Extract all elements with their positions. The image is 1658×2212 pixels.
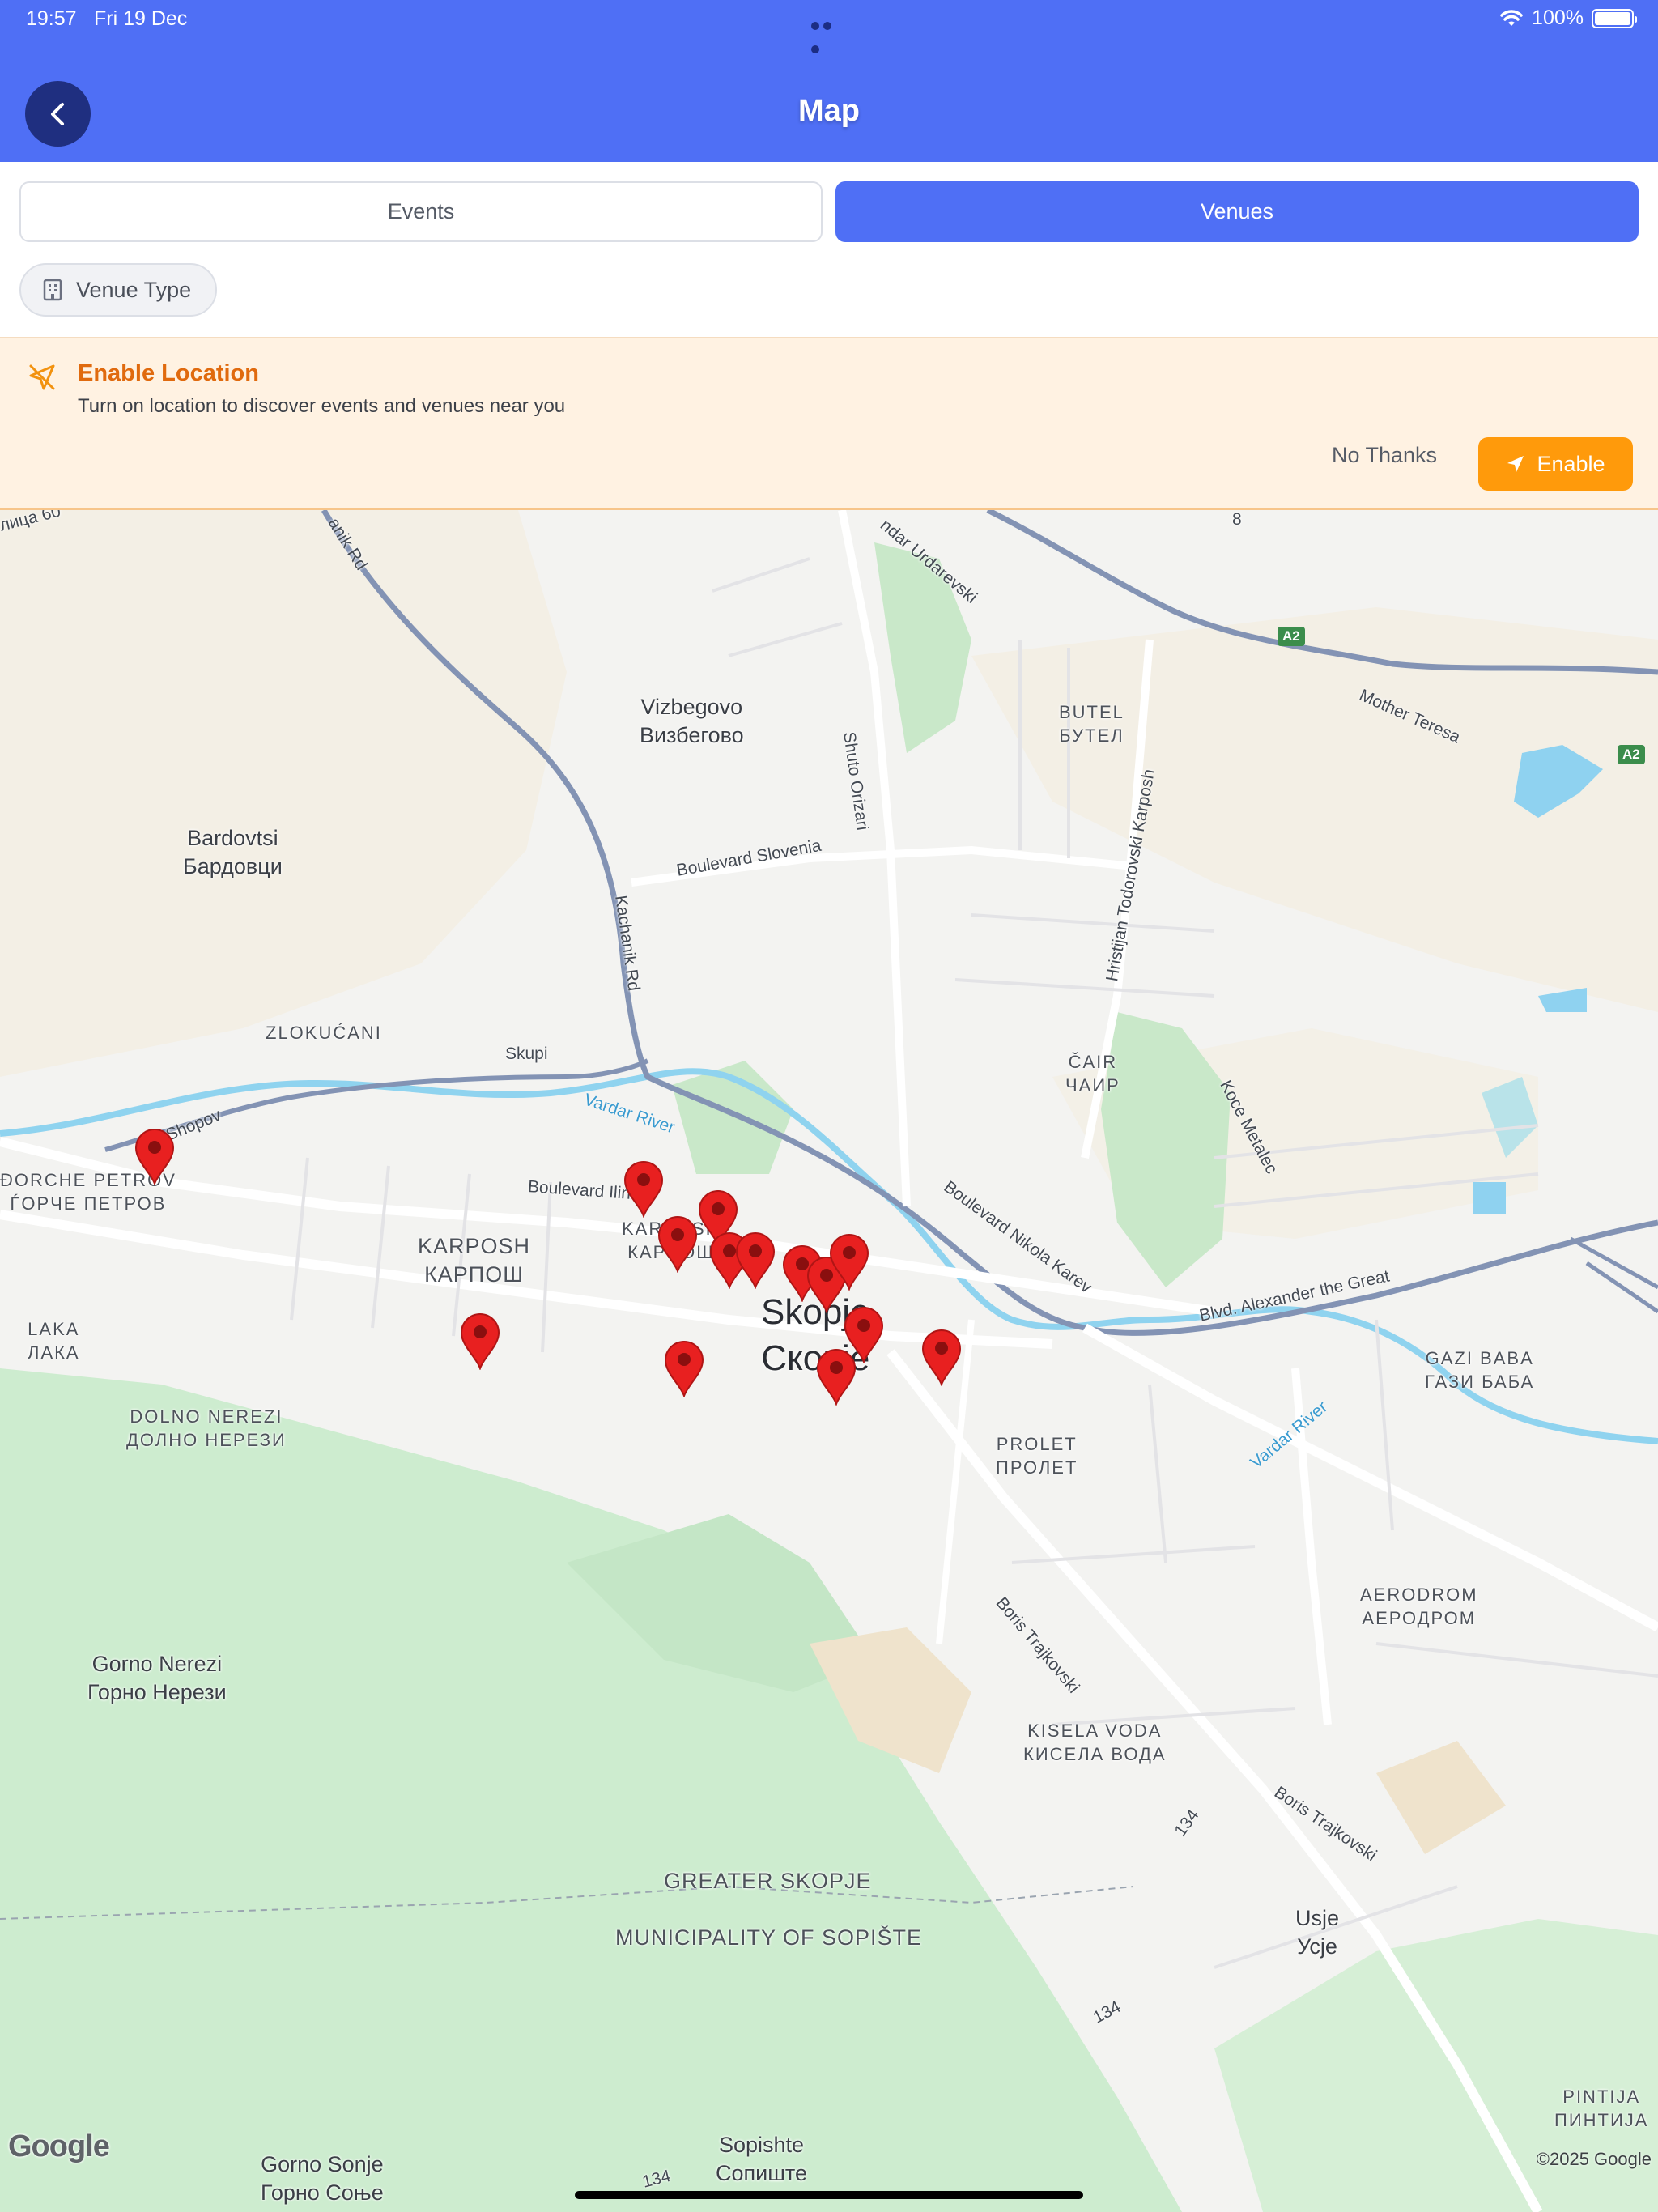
enable-location-button[interactable]: Enable [1478,437,1633,491]
google-logo: Google [8,2129,110,2163]
map-pin-icon [657,1216,698,1274]
place-label-gorno-nerezi: Gorno Nerezi Горно Нерези [87,1652,227,1705]
location-off-icon [29,364,55,390]
place-label-pintija: PINTIJA ПИНТИЈА [1554,2087,1649,2130]
enable-location-banner: Enable Location Turn on location to disc… [0,337,1658,510]
highway-shield-a2-east: A2 [1618,745,1645,764]
map-pin-icon [735,1232,776,1290]
status-time: 19:57 [26,7,77,30]
banner-message: Turn on location to discover events and … [78,395,566,417]
map-view[interactable]: Vizbegovo Визбегово BUTEL БУТЕЛ Bardovtsi Б… [0,510,1658,2212]
place-label-gorno-sonje: Gorno Sonje Горно Соње [261,2152,384,2206]
place-label-zlokukani: ZLOKUĆANI [266,1023,382,1043]
venue-pin[interactable] [662,1339,706,1398]
tab-venues[interactable]: Venues [835,181,1639,242]
place-label-bardovtsi: Bardovtsi Бардовци [183,826,283,879]
place-label-gazi-baba: GAZI BABA ГАЗИ БАБА [1425,1348,1535,1392]
place-label-usje: Usje Усје [1295,1906,1340,1959]
status-date: Fri 19 Dec [94,7,188,30]
place-label-prolet: PROLET ПРОЛЕТ [996,1434,1078,1478]
place-label-greater-skopje: GREATER SKOPJE [664,1869,872,1893]
map-pin-icon [623,1161,664,1219]
place-label-butel: BUTEL БУТЕЛ [1059,702,1124,746]
status-bar: 19:57 Fri 19 Dec 100% [0,0,1658,53]
venue-pin[interactable] [827,1232,871,1291]
place-label-sopishte: Sopishte Сопиште [716,2133,807,2186]
place-label-vizbegovo: Vizbegovo Визбегово [640,695,744,748]
app-header: 19:57 Fri 19 Dec 100% Map [0,0,1658,162]
venue-pin[interactable] [133,1127,176,1186]
venue-type-filter[interactable]: Venue Type [19,263,217,317]
map-pin-icon [134,1129,175,1186]
road-label-8: 8 [1232,510,1242,529]
road-label-skupi: Skupi [505,1044,548,1063]
multitasking-dots-icon[interactable] [811,12,847,53]
map-pin-icon [460,1313,500,1371]
place-label-dolno-nerezi: DOLNO NEREZI ДОЛНО НЕРЕЗИ [126,1406,287,1450]
place-label-aerodrom: AERODROM АЕРОДРОМ [1360,1585,1478,1628]
map-pin-icon [816,1349,857,1406]
map-pin-icon [921,1329,962,1387]
venue-pin[interactable] [622,1159,665,1219]
venue-pin[interactable] [458,1312,502,1371]
page-title: Map [798,94,860,128]
map-pin-icon [829,1234,869,1291]
wifi-icon [1500,9,1523,26]
enable-label: Enable [1537,451,1605,476]
venue-type-label: Venue Type [76,277,192,302]
place-label-laka: LAKA ЛАКА [28,1319,80,1363]
location-arrow-icon [1507,456,1524,472]
highway-shield-a2: A2 [1278,627,1305,646]
place-label-cair: ČAIR ЧАИР [1065,1052,1120,1095]
map-pin-icon [664,1341,704,1398]
tab-events[interactable]: Events [19,181,823,242]
venue-pin[interactable] [656,1214,699,1274]
map-copyright: ©2025 Google [1536,2149,1652,2169]
banner-title: Enable Location [78,360,259,386]
status-indicators: 100% [1499,6,1637,30]
venue-pin[interactable] [814,1347,858,1406]
venue-pin[interactable] [920,1328,963,1387]
home-indicator[interactable] [575,2191,1083,2199]
venue-pin[interactable] [733,1231,777,1290]
building-icon [43,279,62,301]
place-label-sopiste-municipality: MUNICIPALITY OF SOPIŠTE [615,1925,923,1950]
battery-icon [1592,8,1637,28]
place-label-kisela-voda: KISELA VODA КИСЕЛА ВОДА [1023,1721,1167,1764]
place-label-karposh: KARPOSH КАРПОШ [418,1234,531,1287]
no-thanks-button[interactable]: No Thanks [1312,436,1457,474]
battery-percent: 100% [1532,6,1584,29]
